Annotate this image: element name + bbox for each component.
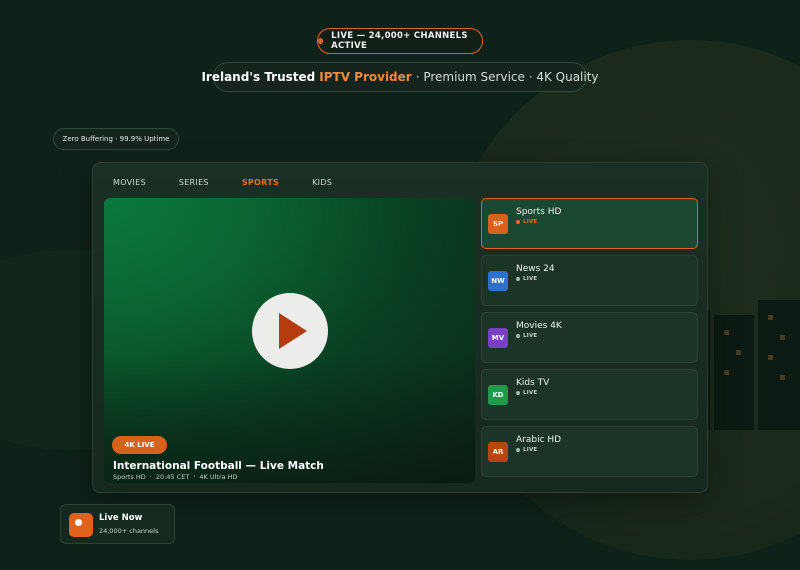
channel-name: Arabic HD [516,435,562,445]
meta-separator: · [149,473,152,481]
play-icon [279,313,307,349]
channel-logo: KD [488,385,508,405]
live-channels-pill: LIVE — 24,000+ CHANNELS ACTIVE [317,28,483,54]
tagline-accent: IPTV Provider [319,70,412,84]
category-tabs: MOVIES SERIES SPORTS KIDS [113,177,365,189]
match-title: International Football — Live Match [113,460,324,472]
channel-list: SP Sports HD LIVE NW News 24 LIVE MV Mov… [481,198,698,483]
meta-time: 20:45 CET [155,473,190,481]
live-channels-text: LIVE — 24,000+ CHANNELS ACTIVE [331,31,468,51]
tab-movies[interactable]: MOVIES [113,177,146,189]
live-now-card: Live Now 24,000+ channels [60,504,175,544]
channel-name: Kids TV [516,378,550,388]
match-meta: Sports HD · 20:45 CET · 4K Ultra HD [113,473,238,481]
tagline-banner: Ireland's Trusted IPTV Provider · Premiu… [201,62,599,92]
live-dot-icon [516,334,520,338]
live-dot-icon [516,220,520,224]
live-dot-icon [318,38,324,44]
channel-item-kids-tv[interactable]: KD Kids TV LIVE [481,369,698,420]
channel-item-sports-hd[interactable]: SP Sports HD LIVE [481,198,698,249]
channel-name: Sports HD [516,207,562,217]
live-dot-icon [516,448,520,452]
tab-sports[interactable]: SPORTS [242,177,279,189]
video-player[interactable]: 4K LIVE International Football — Live Ma… [104,198,475,483]
tagline-tail: · Premium Service · 4K Quality [415,70,599,84]
channel-item-movies-4k[interactable]: MV Movies 4K LIVE [481,312,698,363]
live-now-title: Live Now [99,513,143,523]
channel-logo: SP [488,214,508,234]
channel-item-arabic-hd[interactable]: AR Arabic HD LIVE [481,426,698,477]
live-dot-icon [516,277,520,281]
channel-name: News 24 [516,264,555,274]
live-now-icon [69,513,93,537]
meta-quality: 4K Ultra HD [199,473,238,481]
meta-channel: Sports HD [113,473,146,481]
live-now-subtitle: 24,000+ channels [99,527,159,535]
channel-status: LIVE [516,447,537,453]
uptime-badge: Zero Buffering · 99.9% Uptime [53,128,179,150]
play-button[interactable] [252,293,328,369]
channel-item-news-24[interactable]: NW News 24 LIVE [481,255,698,306]
live-dot-icon [516,391,520,395]
tab-kids[interactable]: KIDS [312,177,332,189]
channel-status: LIVE [516,276,537,282]
channel-name: Movies 4K [516,321,562,331]
meta-separator: · [193,473,196,481]
channel-logo: AR [488,442,508,462]
4k-live-badge: 4K LIVE [112,436,167,454]
tagline-lead: Ireland's Trusted [201,70,316,84]
channel-logo: NW [488,271,508,291]
iptv-app-preview: MOVIES SERIES SPORTS KIDS 4K LIVE Intern… [92,162,708,493]
channel-logo: MV [488,328,508,348]
channel-status: LIVE [516,333,537,339]
tab-series[interactable]: SERIES [179,177,209,189]
channel-status: LIVE [516,390,537,396]
channel-status: LIVE [516,219,537,225]
